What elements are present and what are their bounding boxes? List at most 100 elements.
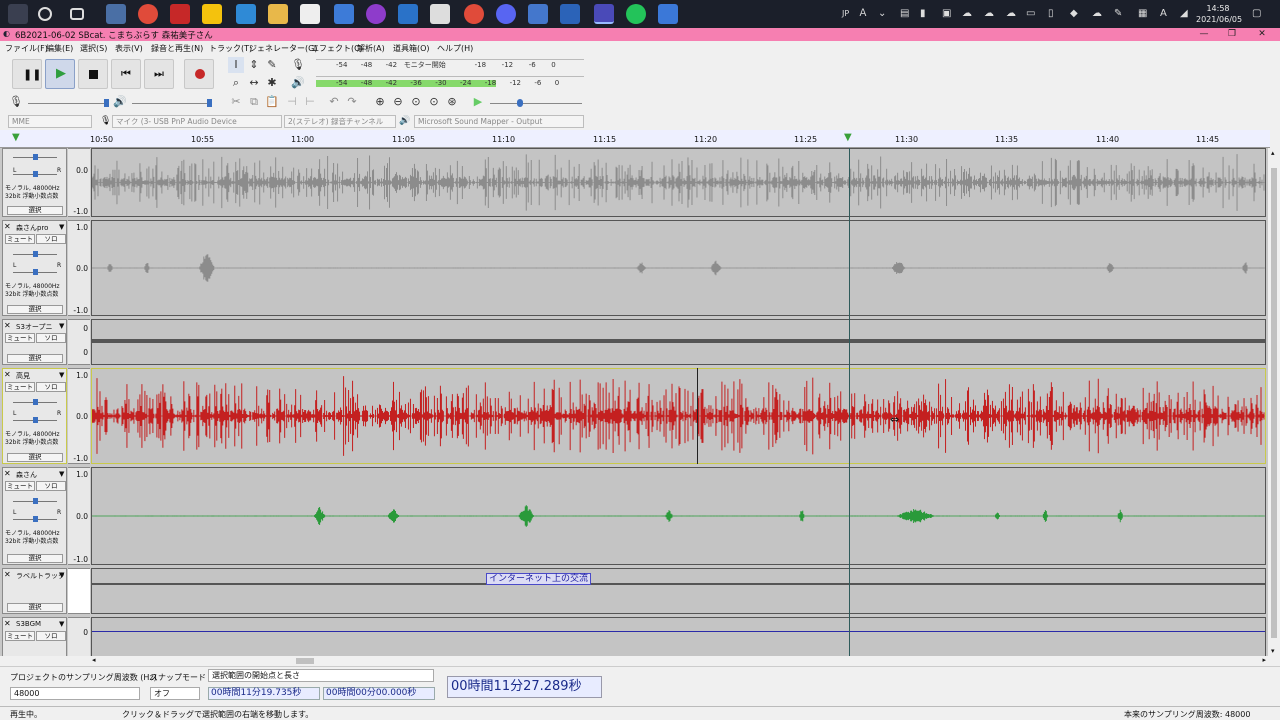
track-menu-icon[interactable]: ▼ bbox=[59, 322, 64, 330]
browser-icon[interactable] bbox=[398, 4, 418, 24]
undo-icon[interactable]: ↶ bbox=[326, 94, 342, 110]
label-text[interactable]: インターネット上の交流 bbox=[486, 573, 592, 585]
track-control-panel[interactable]: ✕ S3BGM ▼ ミュート ソロ bbox=[2, 617, 67, 656]
menu-edit[interactable]: 編集(E) bbox=[46, 43, 73, 54]
menu-tools[interactable]: 道具箱(O) bbox=[393, 43, 430, 54]
playhead-icon[interactable]: ▼ bbox=[844, 132, 852, 143]
track-control-panel[interactable]: ✕ 森さん ▼ ミュート ソロ L R モノラル, 48000Hz 32bit … bbox=[2, 467, 67, 565]
track-name[interactable]: 森さんpro bbox=[16, 223, 48, 233]
mute-button[interactable]: ミュート bbox=[5, 234, 35, 244]
horizontal-scroll-thumb[interactable] bbox=[296, 658, 314, 664]
output-volume-slider[interactable] bbox=[132, 103, 212, 104]
recording-device-select[interactable]: マイク (3- USB PnP Audio Device bbox=[112, 115, 282, 128]
zoom-in-icon[interactable]: ⊕ bbox=[372, 94, 388, 110]
skip-start-button[interactable]: ⏮ bbox=[111, 59, 141, 89]
audio-host-select[interactable]: MME bbox=[8, 115, 92, 128]
waveform[interactable] bbox=[91, 148, 1266, 217]
trim-icon[interactable]: ⊣ bbox=[284, 94, 300, 110]
track-select-button[interactable]: 選択 bbox=[7, 305, 63, 314]
track-menu-icon[interactable]: ▼ bbox=[59, 371, 64, 379]
chrome-icon[interactable] bbox=[138, 4, 158, 24]
input-volume-thumb[interactable] bbox=[104, 99, 109, 107]
menu-effect[interactable]: エフェクト(C) bbox=[311, 43, 363, 54]
audio-track[interactable]: ✕ S3BGM ▼ ミュート ソロ 0 bbox=[2, 617, 1266, 656]
fit-project-icon[interactable]: ⊙ bbox=[426, 94, 442, 110]
waveform[interactable] bbox=[91, 319, 1266, 365]
line-icon[interactable] bbox=[626, 4, 646, 24]
track-close-icon[interactable]: ✕ bbox=[4, 570, 11, 579]
clipboard-icon[interactable]: ▤ bbox=[900, 8, 909, 20]
zoom-out-icon[interactable]: ⊖ bbox=[390, 94, 406, 110]
folder-icon[interactable] bbox=[268, 4, 288, 24]
chevron-up-icon[interactable]: ⌄ bbox=[878, 8, 886, 20]
playback-device-select[interactable]: Microsoft Sound Mapper - Output bbox=[414, 115, 584, 128]
menu-select[interactable]: 選択(S) bbox=[80, 43, 107, 54]
horizontal-scrollbar[interactable]: ◂ ▸ bbox=[90, 656, 1268, 666]
clock[interactable]: 14:58 2021/06/05 bbox=[1196, 3, 1242, 25]
track-name[interactable]: S3BGM bbox=[16, 620, 41, 628]
label-area[interactable]: インターネット上の交流 bbox=[91, 568, 1266, 614]
gear-icon[interactable] bbox=[658, 4, 678, 24]
mail-icon[interactable] bbox=[236, 4, 256, 24]
pan-thumb[interactable] bbox=[33, 516, 38, 522]
audio-icon[interactable] bbox=[528, 4, 548, 24]
timeshift-tool-icon[interactable]: ↔ bbox=[246, 75, 262, 91]
audio-track[interactable]: ✕ 森さんpro ▼ ミュート ソロ L R モノラル, 48000Hz 32b… bbox=[2, 220, 1266, 316]
gain-thumb[interactable] bbox=[33, 251, 38, 257]
pause-button[interactable]: ❚❚ bbox=[12, 59, 42, 89]
track-menu-icon[interactable]: ▼ bbox=[59, 620, 64, 628]
timeline-ruler[interactable]: ▼ ▼ 10:50 10:55 11:00 11:05 11:10 11:15 … bbox=[0, 130, 1270, 148]
playback-meter-speaker-icon[interactable]: 🔊 bbox=[290, 75, 306, 91]
audio-track[interactable]: L R モノラル, 48000Hz 32bit 浮動小数点数 選択 0.0 -1… bbox=[2, 148, 1266, 217]
track-select-button[interactable]: 選択 bbox=[7, 554, 63, 563]
onedrive-icon[interactable]: ☁ bbox=[1006, 8, 1016, 20]
check-icon[interactable] bbox=[334, 4, 354, 24]
track-close-icon[interactable]: ✕ bbox=[4, 469, 11, 478]
project-rate-select[interactable]: 48000 bbox=[10, 687, 140, 700]
audio-position-time[interactable]: 00時間11分27.289秒 bbox=[447, 676, 602, 698]
scroll-up-icon[interactable]: ▴ bbox=[1271, 149, 1275, 157]
ime-icon[interactable]: Ａ bbox=[858, 8, 868, 20]
selection-mode-select[interactable]: 選択範囲の開始点と長さ bbox=[208, 669, 434, 682]
wifi-icon[interactable]: ◢ bbox=[1180, 8, 1188, 20]
stop-button[interactable] bbox=[78, 59, 108, 89]
pan-thumb[interactable] bbox=[33, 269, 38, 275]
close-button[interactable]: ✕ bbox=[1248, 28, 1276, 41]
network-icon[interactable]: ▣ bbox=[942, 8, 951, 20]
download-icon[interactable] bbox=[560, 4, 580, 24]
maximize-button[interactable]: ❐ bbox=[1218, 28, 1246, 41]
sticky-icon[interactable] bbox=[202, 4, 222, 24]
menu-view[interactable]: 表示(V) bbox=[115, 43, 143, 54]
gain-thumb[interactable] bbox=[33, 399, 38, 405]
vertical-scrollbar[interactable]: ▴ ▾ bbox=[1268, 148, 1280, 656]
zoom-tool-icon[interactable]: ⌕ bbox=[228, 75, 244, 91]
notification-icon[interactable]: ▢ bbox=[1252, 8, 1261, 20]
scroll-left-icon[interactable]: ◂ bbox=[92, 656, 96, 664]
snap-mode-select[interactable]: オフ bbox=[150, 687, 200, 700]
copy-icon[interactable]: ⧉ bbox=[246, 94, 262, 110]
keyboard-icon[interactable]: ▦ bbox=[1138, 8, 1147, 20]
menu-help[interactable]: ヘルプ(H) bbox=[437, 43, 473, 54]
track-control-panel[interactable]: L R モノラル, 48000Hz 32bit 浮動小数点数 選択 bbox=[2, 148, 67, 217]
multi-tool-icon[interactable]: ✱ bbox=[264, 75, 280, 91]
track-menu-icon[interactable]: ▼ bbox=[59, 223, 64, 231]
track-name[interactable]: 高見 bbox=[16, 371, 30, 381]
fit-selection-icon[interactable]: ⊙ bbox=[408, 94, 424, 110]
chrome2-icon[interactable] bbox=[464, 4, 484, 24]
mic-tray-icon[interactable]: ▮ bbox=[920, 8, 926, 20]
selection-length-time[interactable]: 00時間00分00.000秒 bbox=[323, 687, 435, 700]
track-select-button[interactable]: 選択 bbox=[7, 453, 63, 462]
scroll-down-icon[interactable]: ▾ bbox=[1271, 647, 1275, 655]
selection-start-time[interactable]: 00時間11分19.735秒 bbox=[208, 687, 320, 700]
recording-channels-select[interactable]: 2(ステレオ) 録音チャンネル bbox=[284, 115, 396, 128]
track-name[interactable]: ラベルトラック bbox=[16, 571, 65, 581]
output-volume-thumb[interactable] bbox=[207, 99, 212, 107]
input-volume-slider[interactable] bbox=[28, 103, 108, 104]
zoom-toggle-icon[interactable]: ⊛ bbox=[444, 94, 460, 110]
play-speed-thumb[interactable] bbox=[517, 99, 523, 107]
tools-icon[interactable]: ✎ bbox=[1114, 8, 1122, 20]
menu-generate[interactable]: ジェネレーター(G) bbox=[249, 43, 317, 54]
waveform[interactable] bbox=[91, 368, 1266, 464]
waveform[interactable] bbox=[91, 220, 1266, 316]
track-menu-icon[interactable]: ▼ bbox=[59, 470, 64, 478]
